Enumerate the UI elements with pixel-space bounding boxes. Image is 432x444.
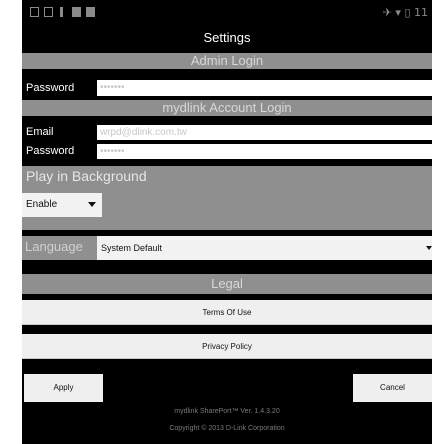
terms-of-use-button[interactable]: Terms Of Use <box>22 300 432 325</box>
email-label: Email <box>22 125 96 140</box>
notification-icon <box>60 7 63 17</box>
app-screen: ✈ ▾ ▯ 11 Settings Admin Login Password •… <box>22 0 432 444</box>
cancel-button[interactable]: Cancel <box>353 374 432 402</box>
mydlink-password-label: Password <box>22 144 96 159</box>
page-title: Settings <box>203 30 251 45</box>
mydlink-login-header: mydlink Account Login <box>22 100 432 116</box>
status-bar-right: ✈ ▾ ▯ 11 <box>383 6 428 19</box>
mydlink-password-field[interactable]: ••••••• <box>97 144 432 159</box>
admin-password-field[interactable]: ••••••• <box>97 80 432 96</box>
admin-login-header: Admin Login <box>22 53 432 69</box>
clock-text: 11 <box>414 6 428 19</box>
language-value: System Default <box>101 243 163 253</box>
screen-icon <box>44 7 53 17</box>
chevron-down-icon <box>426 246 432 250</box>
status-bar: ✈ ▾ ▯ 11 <box>22 0 432 26</box>
copyright-text: Copyright © 2013 D-Link Corporation <box>169 425 285 432</box>
admin-password-label: Password <box>22 80 96 96</box>
play-background-title: Play in Background <box>26 168 147 184</box>
privacy-policy-button[interactable]: Privacy Policy <box>22 334 432 359</box>
language-select[interactable]: System Default <box>97 236 432 260</box>
legal-header: Legal <box>22 274 432 294</box>
check-icon <box>86 7 95 17</box>
chevron-down-icon <box>88 202 96 207</box>
version-text: mydlink SharePort™ Ver. 1.4.3.20 <box>174 408 280 415</box>
play-background-value: Enable <box>26 199 58 210</box>
email-field[interactable]: wrpd@dlink.com.tw <box>97 125 432 140</box>
sim-icon <box>30 7 39 17</box>
play-background-select[interactable]: Enable <box>22 193 102 217</box>
language-label: Language <box>25 239 83 254</box>
apply-button[interactable]: Apply <box>24 374 103 402</box>
battery-icon <box>72 7 81 17</box>
signal-icon: ✈ ▾ ▯ <box>382 6 414 19</box>
